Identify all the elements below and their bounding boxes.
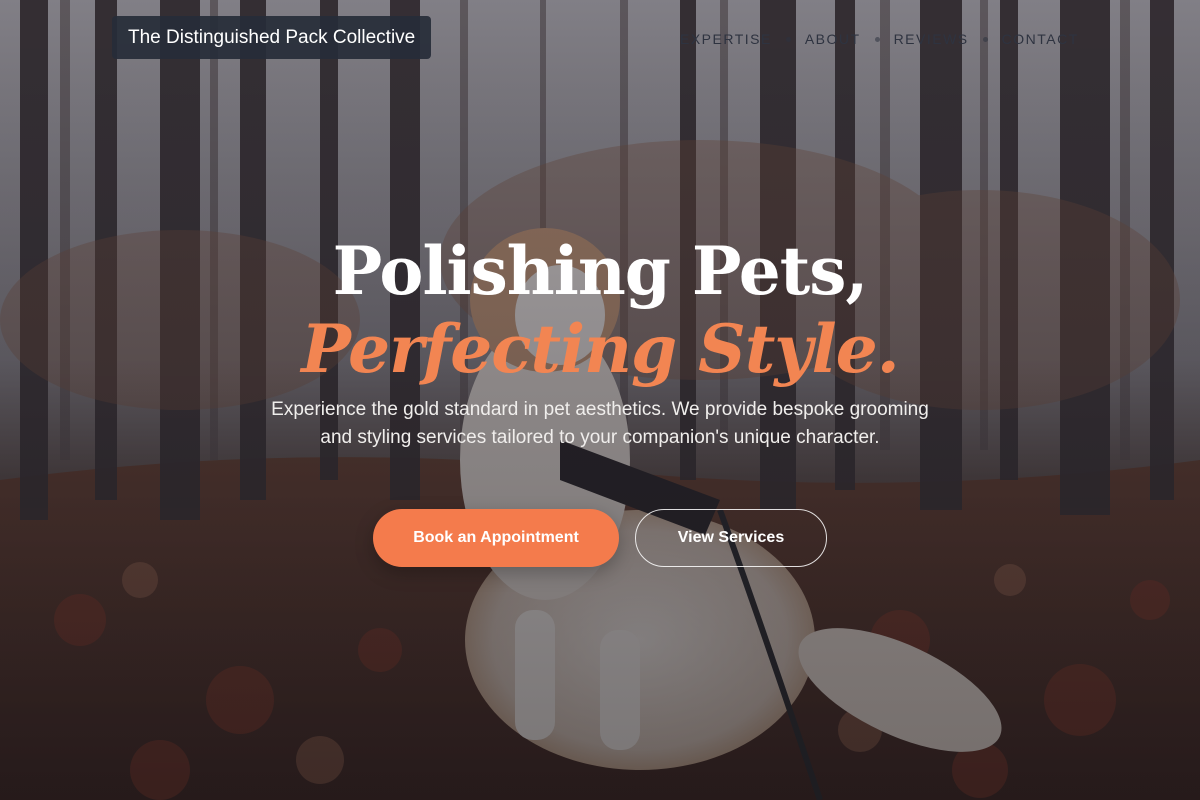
hero-section: Polishing Pets, Perfecting Style. Experi…: [0, 230, 1200, 452]
hero-title: Polishing Pets, Perfecting Style.: [0, 230, 1200, 386]
hero-actions: Book an Appointment View Services: [0, 509, 1200, 567]
nav-link-contact[interactable]: Contact: [1002, 29, 1079, 49]
hero-title-line1: Polishing Pets,: [332, 232, 869, 310]
nav-separator: [982, 36, 988, 42]
nav-link-about[interactable]: About: [805, 29, 861, 49]
book-appointment-button[interactable]: Book an Appointment: [373, 509, 619, 567]
nav-separator: [785, 36, 791, 42]
main-nav: Expertise About Reviews Contact: [680, 28, 1200, 50]
hero-title-line2-accent: Perfecting Style.: [301, 310, 899, 388]
nav-link-reviews[interactable]: Reviews: [894, 29, 969, 49]
hero-subtitle: Experience the gold standard in pet aest…: [271, 399, 929, 448]
view-services-button[interactable]: View Services: [635, 509, 827, 567]
nav-link-expertise[interactable]: Expertise: [680, 29, 772, 49]
brand-logo[interactable]: The Distinguished Pack Collective: [112, 16, 432, 59]
site-header: The Distinguished Pack Collective Expert…: [0, 0, 1200, 76]
nav-separator: [874, 36, 880, 42]
